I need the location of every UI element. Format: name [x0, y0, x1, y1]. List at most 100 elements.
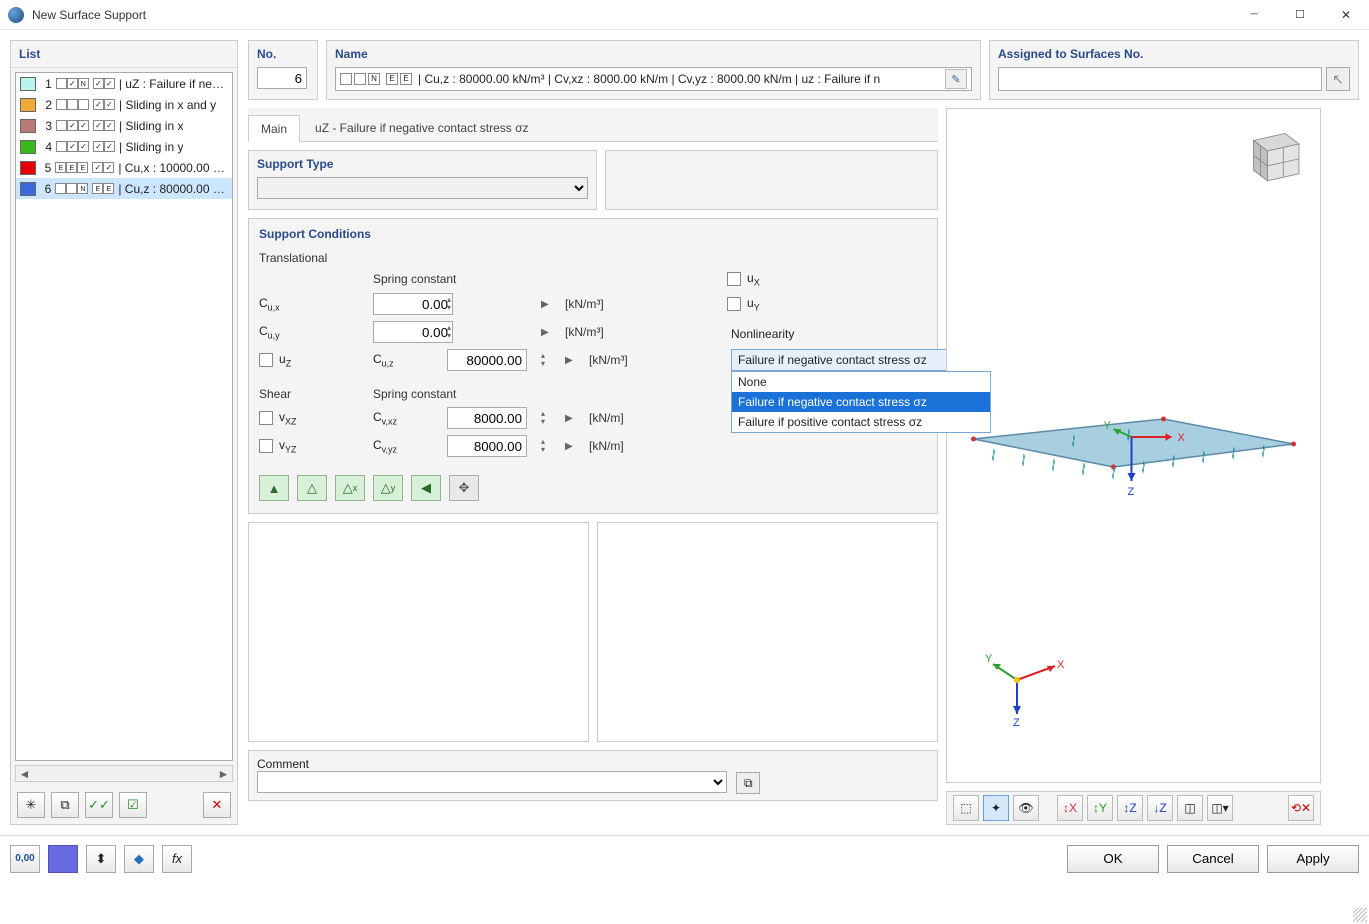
preset-y-icon[interactable]: △y: [373, 475, 403, 501]
checklist-button[interactable]: ☑: [119, 792, 147, 818]
horizontal-scrollbar[interactable]: ◄►: [15, 765, 233, 782]
support-icon-button[interactable]: ◆: [124, 845, 154, 873]
list-toolbar: ✳ ⧉ ✓✓ ☑ ✕: [11, 786, 237, 824]
svg-text:X: X: [1057, 659, 1065, 671]
name-field: N EE | Cu,z : 80000.00 kN/m³ | Cv,xz : 8…: [335, 67, 972, 91]
cuz-input[interactable]: [447, 349, 527, 371]
visibility-icon[interactable]: 👁: [1013, 795, 1039, 821]
row-number: 4: [40, 140, 52, 154]
apply-button[interactable]: Apply: [1267, 845, 1359, 873]
translational-header: Translational: [259, 251, 369, 265]
reset-view-icon[interactable]: ⟲✕: [1288, 795, 1314, 821]
resize-grip-icon[interactable]: [1353, 908, 1367, 922]
nonlinearity-option-failure-negative[interactable]: Failure if negative contact stress σz: [732, 392, 990, 412]
row-text: | Cu,z : 80000.00 kN/: [118, 182, 228, 196]
flag-group-1: [56, 120, 89, 131]
list-row[interactable]: 2 | Sliding in x and y: [16, 94, 232, 115]
color-button[interactable]: [48, 845, 78, 873]
cvyz-spinner[interactable]: [541, 435, 555, 457]
maximize-button[interactable]: [1277, 0, 1323, 30]
cuy-more-button[interactable]: ▶: [541, 327, 555, 338]
view-x-icon[interactable]: ↕X: [1057, 795, 1083, 821]
support-conditions-box: Support Conditions Translational Spring …: [248, 218, 938, 514]
cuz-spinner[interactable]: [541, 349, 555, 371]
support-type-title: Support Type: [257, 157, 588, 171]
tab-uz-failure[interactable]: uZ - Failure if negative contact stress …: [302, 114, 542, 141]
name-box: Name N EE | Cu,z : 80000.00 kN/m³ | Cv,x…: [326, 40, 981, 100]
number-input[interactable]: [257, 67, 307, 89]
load-button[interactable]: ⬍: [86, 845, 116, 873]
nonlinearity-option-none[interactable]: None: [732, 372, 990, 392]
nonlinearity-option-failure-positive[interactable]: Failure if positive contact stress σz: [732, 412, 990, 432]
cvxz-more-button[interactable]: ▶: [565, 413, 579, 424]
list-row[interactable]: 3 | Sliding in x: [16, 115, 232, 136]
view-y-icon[interactable]: ↕Y: [1087, 795, 1113, 821]
list-row[interactable]: 5 | Cu,x : 10000.00 kN/: [16, 157, 232, 178]
cux-spinner[interactable]: [447, 293, 461, 315]
cuz-more-button[interactable]: ▶: [565, 355, 579, 366]
support-type-select[interactable]: [257, 177, 588, 199]
row-number: 6: [40, 182, 52, 196]
cvxz-input[interactable]: [447, 407, 527, 429]
tab-main[interactable]: Main: [248, 115, 300, 142]
cux-input[interactable]: [373, 293, 453, 315]
view-negz-icon[interactable]: ↓Z: [1147, 795, 1173, 821]
preset-toolbar: ▲ △ △x △y ◀ ✥: [259, 475, 927, 501]
pick-surfaces-button[interactable]: ↖: [1326, 67, 1350, 91]
view-iso2-icon[interactable]: ◫▾: [1207, 795, 1233, 821]
row-number: 3: [40, 119, 52, 133]
support-conditions-title: Support Conditions: [259, 227, 927, 241]
view-z-icon[interactable]: ↕Z: [1117, 795, 1143, 821]
spring-constant-header-2: Spring constant: [373, 387, 659, 401]
surface-render: X Y Z: [961, 389, 1306, 509]
copy-item-button[interactable]: ⧉: [51, 792, 79, 818]
uy-check[interactable]: [727, 297, 741, 311]
new-item-button[interactable]: ✳: [17, 792, 45, 818]
comment-extra-button[interactable]: ⧉: [736, 772, 760, 794]
edit-name-button[interactable]: ✎: [945, 69, 967, 89]
cuy-input[interactable]: [373, 321, 453, 343]
cuy-spinner[interactable]: [447, 321, 461, 343]
vyz-check[interactable]: [259, 439, 273, 453]
preset-sound-icon[interactable]: ◀: [411, 475, 441, 501]
cvyz-input[interactable]: [447, 435, 527, 457]
row-text: | uZ : Failure if negat: [119, 77, 228, 91]
function-button[interactable]: fx: [162, 845, 192, 873]
minimize-button[interactable]: [1231, 0, 1277, 30]
view-mode-1-icon[interactable]: ⬚: [953, 795, 979, 821]
comment-input[interactable]: [257, 771, 727, 793]
close-button[interactable]: [1323, 0, 1369, 30]
list-row[interactable]: 1 | uZ : Failure if negat: [16, 73, 232, 94]
cvyz-more-button[interactable]: ▶: [565, 441, 579, 452]
bottom-bar: 0,00 ⬍ ◆ fx OK Cancel Apply: [0, 835, 1369, 881]
preset-move-icon[interactable]: ✥: [449, 475, 479, 501]
cux-more-button[interactable]: ▶: [541, 299, 555, 310]
ok-button[interactable]: OK: [1067, 845, 1159, 873]
flag-group-2: [93, 120, 115, 131]
view-iso1-icon[interactable]: ◫: [1177, 795, 1203, 821]
units-button[interactable]: 0,00: [10, 845, 40, 873]
list-area: 1 | uZ : Failure if negat 2 | Sliding in…: [15, 72, 233, 761]
assigned-input[interactable]: [998, 67, 1322, 91]
view-cube-icon[interactable]: [1236, 123, 1306, 193]
global-axes-icon: X Y Z: [975, 646, 1065, 726]
list-row[interactable]: 6 | Cu,z : 80000.00 kN/: [16, 178, 232, 199]
cuy-label: Cu,y: [259, 324, 369, 340]
uz-check[interactable]: [259, 353, 273, 367]
left-panel: List 1 | uZ : Failure if negat 2 | Slidi…: [10, 40, 238, 825]
view-axes-icon[interactable]: ✦: [983, 795, 1009, 821]
preset-pin-icon[interactable]: △: [297, 475, 327, 501]
row-text: | Sliding in x and y: [119, 98, 216, 112]
preview-3d[interactable]: X Y Z: [946, 108, 1321, 783]
list-row[interactable]: 4 | Sliding in y: [16, 136, 232, 157]
window-title: New Surface Support: [32, 8, 1231, 22]
vxz-check[interactable]: [259, 411, 273, 425]
preset-x-icon[interactable]: △x: [335, 475, 365, 501]
delete-button[interactable]: ✕: [203, 792, 231, 818]
cancel-button[interactable]: Cancel: [1167, 845, 1259, 873]
preview-toolbar: ⬚ ✦ 👁 ↕X ↕Y ↕Z ↓Z ◫ ◫▾ ⟲✕: [946, 791, 1321, 825]
ux-check[interactable]: [727, 272, 741, 286]
check-button[interactable]: ✓✓: [85, 792, 113, 818]
preset-fixed-icon[interactable]: ▲: [259, 475, 289, 501]
cvxz-spinner[interactable]: [541, 407, 555, 429]
